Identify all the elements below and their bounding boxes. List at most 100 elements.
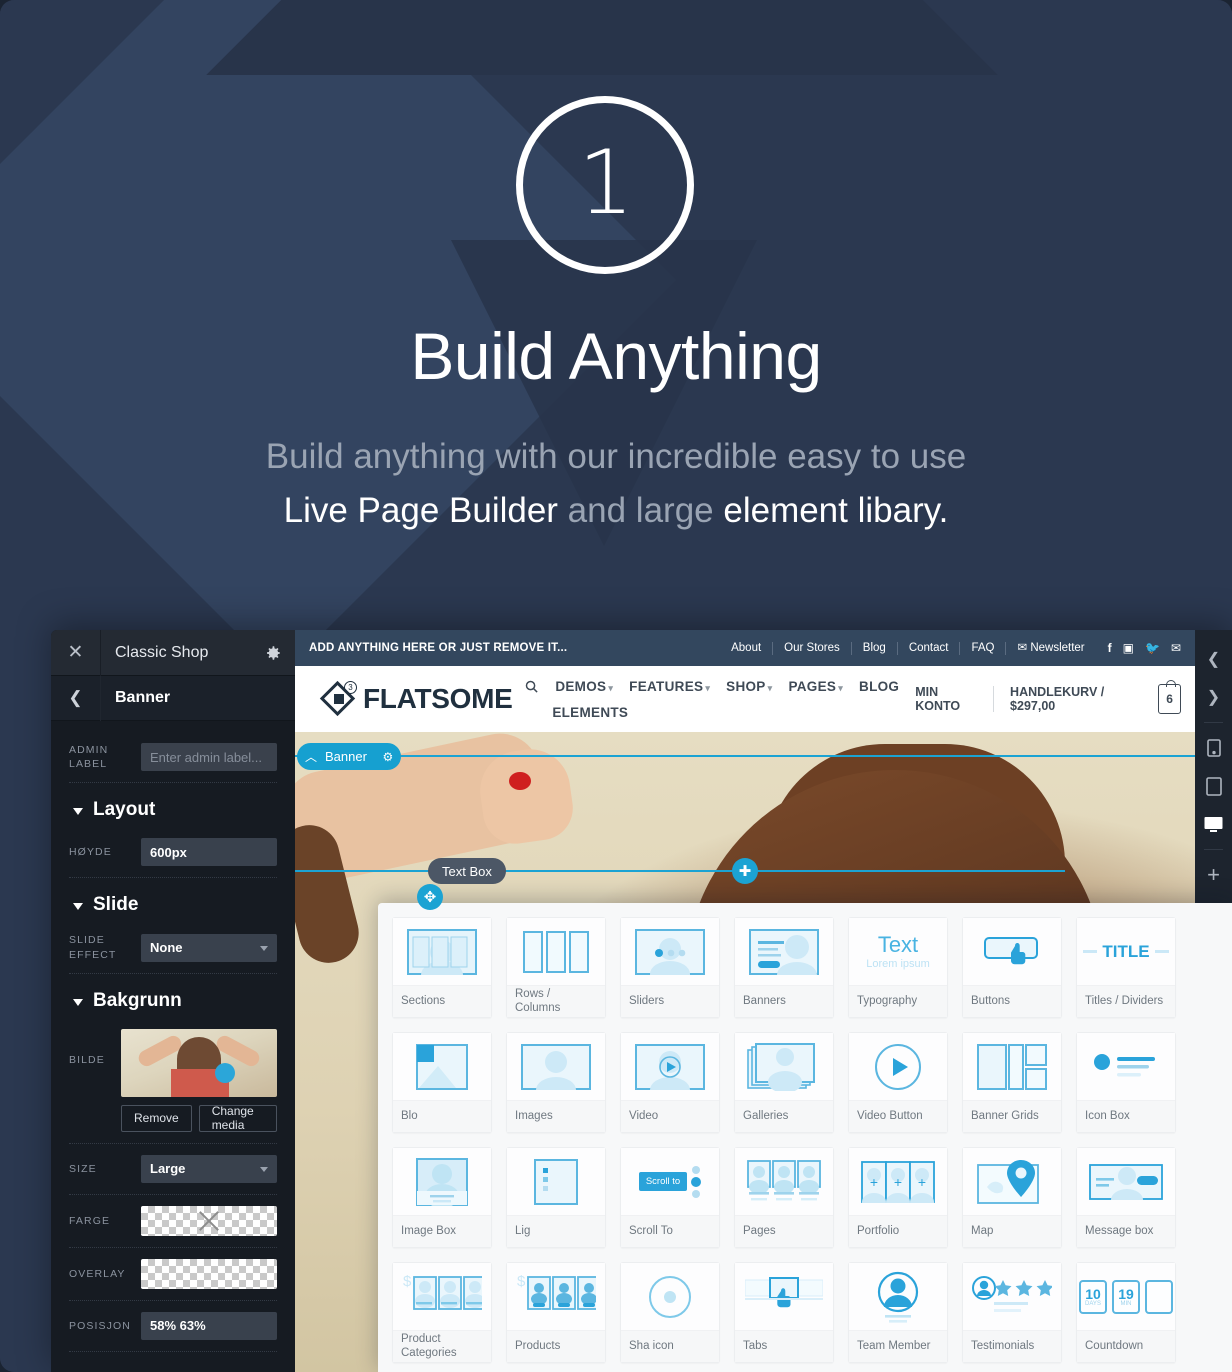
nav-item-shop[interactable]: SHOP ▾ (726, 679, 772, 694)
library-card-sliders[interactable]: Sliders (620, 917, 720, 1018)
element-library-panel: Sections Rows / Columns Sliders Banners … (378, 903, 1232, 1372)
gear-icon[interactable] (251, 644, 295, 662)
nav-item-elements[interactable]: ELEMENTS (524, 705, 899, 720)
hoyde-input[interactable]: 600px (141, 838, 277, 867)
close-icon[interactable]: ✕ (51, 630, 101, 676)
divider (69, 782, 277, 784)
blog-icon (393, 1033, 491, 1101)
section-slide[interactable]: Slide (69, 880, 277, 924)
change-media-button[interactable]: Change media (198, 1104, 277, 1132)
cart-count: 6 (1166, 692, 1173, 706)
search-icon[interactable] (524, 679, 539, 694)
library-card-message-box[interactable]: Message box (1076, 1147, 1176, 1248)
library-card-titles-dividers[interactable]: TITLE Titles / Dividers (1076, 917, 1176, 1018)
library-card-label: Map (963, 1215, 1061, 1247)
nav-item-pages[interactable]: PAGES ▾ (788, 679, 843, 694)
library-card-pages[interactable]: Pages (734, 1147, 834, 1248)
svg-text:$: $ (403, 1273, 412, 1290)
library-card-testimonials[interactable]: Testimonials (962, 1262, 1062, 1363)
slide-effect-select[interactable]: None (141, 933, 277, 962)
thumb-focus-dot[interactable] (215, 1062, 235, 1083)
topbar-link-about[interactable]: About (720, 641, 774, 655)
library-card-portfolio[interactable]: + + + Portfolio (848, 1147, 948, 1248)
email-icon[interactable]: ✉ (1171, 641, 1181, 655)
library-card-video[interactable]: Video (620, 1032, 720, 1133)
move-icon[interactable]: ✥ (417, 884, 443, 910)
library-card-video-button[interactable]: Video Button (848, 1032, 948, 1133)
library-card-label: Tabs (735, 1330, 833, 1362)
library-card-banner-grids[interactable]: Banner Grids (962, 1032, 1062, 1133)
products-icon: $ (507, 1263, 605, 1331)
library-card-typography[interactable]: Text Lorem ipsum Typography (848, 917, 948, 1018)
library-card-map[interactable]: Map (962, 1147, 1062, 1248)
plus-icon[interactable]: ✚ (732, 858, 758, 884)
library-card-label: Product Categories (393, 1330, 491, 1362)
library-card-lightbox[interactable]: Lig (506, 1147, 606, 1248)
nav-item-demos[interactable]: DEMOS ▾ (555, 679, 613, 694)
library-card-sections[interactable]: Sections (392, 917, 492, 1018)
library-card-images[interactable]: Images (506, 1032, 606, 1133)
prev-arrow-icon[interactable]: ❮ (1195, 640, 1232, 678)
posisjon-input[interactable]: 58% 63% (141, 1311, 277, 1340)
gear-icon[interactable]: ⚙ (375, 750, 401, 764)
textbox-element-chip[interactable]: Text Box (428, 858, 506, 884)
library-card-rows-columns[interactable]: Rows / Columns (506, 917, 606, 1018)
banner-element-chip[interactable]: ︿ Banner ⚙ (297, 743, 401, 770)
twitter-icon[interactable]: 🐦 (1145, 641, 1160, 655)
divider (69, 1350, 277, 1352)
library-card-countdown[interactable]: 10 DAYS 19 MIN Countdown (1076, 1262, 1176, 1363)
topbar-link-faq[interactable]: FAQ (960, 641, 1007, 655)
my-account-link[interactable]: MIN KONTO (899, 685, 993, 713)
topbar-link-blog[interactable]: Blog (852, 641, 898, 655)
next-arrow-icon[interactable]: ❯ (1195, 678, 1232, 716)
selection-line-top (295, 755, 1195, 757)
nav-item-features[interactable]: FEATURES ▾ (629, 679, 710, 694)
mobile-view-icon[interactable] (1195, 729, 1232, 767)
library-card-buttons[interactable]: Buttons (962, 917, 1062, 1018)
size-select[interactable]: Large (141, 1154, 277, 1183)
remove-button[interactable]: Remove (121, 1104, 192, 1132)
section-layout[interactable]: Layout (69, 785, 277, 829)
chevron-up-icon[interactable]: ︿ (297, 748, 325, 765)
library-card-blog[interactable]: Blo (392, 1032, 492, 1133)
library-card-icon-box[interactable]: Icon Box (1076, 1032, 1176, 1133)
topbar-link-our-stores[interactable]: Our Stores (773, 641, 852, 655)
tablet-view-icon[interactable] (1195, 767, 1232, 805)
library-card-label: Image Box (393, 1215, 491, 1247)
site-logo[interactable]: 3 FLATSOME (309, 680, 524, 717)
library-card-label: Pages (735, 1215, 833, 1247)
chevron-left-icon[interactable]: ❮ (51, 675, 101, 721)
admin-label-input[interactable]: Enter admin label... (141, 743, 277, 772)
pages-icon (735, 1148, 833, 1216)
library-card-galleries[interactable]: Galleries (734, 1032, 834, 1133)
facebook-icon[interactable]: f (1108, 641, 1112, 655)
topbar-link-newsletter[interactable]: ✉ Newsletter (1006, 642, 1095, 655)
cart-link[interactable]: HANDLEKURV / $297,00 (994, 685, 1150, 713)
library-card-product-categories[interactable]: $ Product Categories (392, 1262, 492, 1363)
desktop-view-icon[interactable] (1195, 805, 1232, 843)
farge-color-swatch[interactable] (141, 1205, 277, 1236)
add-element-icon[interactable]: + (1195, 856, 1232, 894)
library-card-products[interactable]: $ Products (506, 1262, 606, 1363)
section-bakgrunn[interactable]: Bakgrunn (69, 976, 277, 1020)
shopping-bag-icon[interactable]: 6 (1158, 680, 1182, 714)
nav-item-blog[interactable]: BLOG (859, 679, 899, 694)
library-card-scroll-to[interactable]: Scroll to Scroll To (620, 1147, 720, 1248)
sidebar-body: ADMIN LABEL Enter admin label... Layout … (51, 721, 295, 1352)
library-card-image-box[interactable]: Image Box (392, 1147, 492, 1248)
library-card-banners[interactable]: Banners (734, 917, 834, 1018)
typography-sample-sub: Lorem ipsum (866, 957, 930, 970)
topbar-link-contact[interactable]: Contact (898, 641, 961, 655)
section-bakgrunn-label: Bakgrunn (93, 989, 182, 1011)
library-card-tabs[interactable]: Tabs (734, 1262, 834, 1363)
countdown-icon: 10 DAYS 19 MIN (1077, 1263, 1175, 1331)
library-card-team-member[interactable]: Team Member (848, 1262, 948, 1363)
overlay-color-swatch[interactable] (141, 1258, 277, 1289)
chevron-down-icon (260, 1166, 268, 1172)
library-card-share-icons[interactable]: Sha icon (620, 1262, 720, 1363)
background-image-thumbnail[interactable] (121, 1028, 277, 1097)
library-card-label: Message box (1077, 1215, 1175, 1247)
instagram-icon[interactable]: ▣ (1123, 641, 1134, 655)
slide-effect-caption: SLIDE EFFECT (69, 934, 117, 961)
library-card-label: Galleries (735, 1100, 833, 1132)
